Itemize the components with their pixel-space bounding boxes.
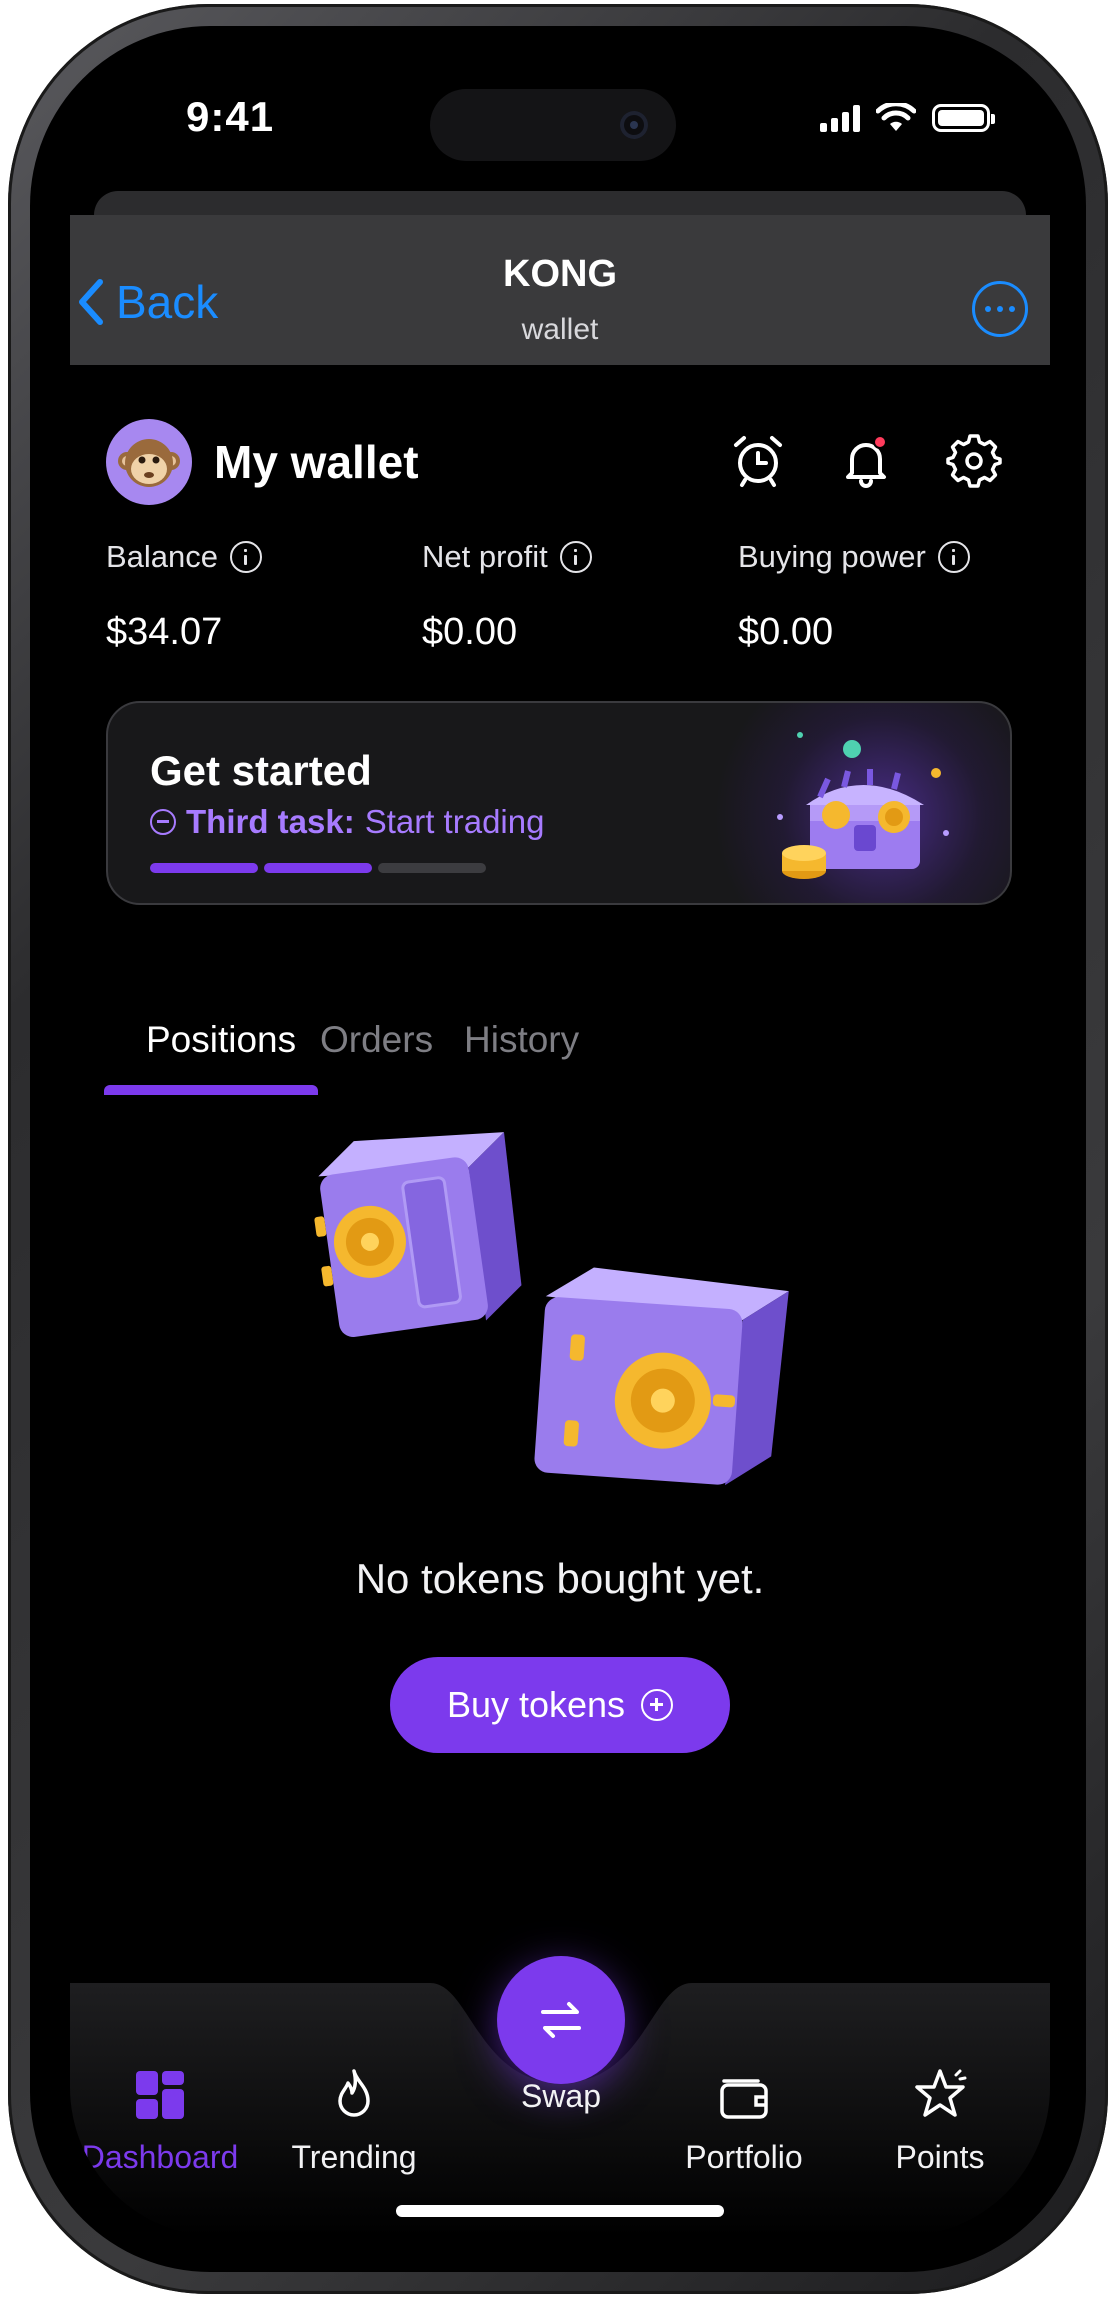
get-started-title: Get started bbox=[150, 747, 372, 794]
status-icons bbox=[820, 103, 995, 133]
wallet-title: My wallet bbox=[214, 436, 419, 488]
stat-value: $34.07 bbox=[106, 611, 223, 653]
tab-label: Portfolio bbox=[685, 2139, 803, 2175]
gear-icon bbox=[946, 434, 1002, 488]
wallet-header: My wallet bbox=[106, 419, 419, 505]
navigation-bar: Back KONG wallet bbox=[70, 215, 1050, 365]
task-text: Start trading bbox=[364, 803, 545, 840]
stat-value: $0.00 bbox=[422, 611, 518, 653]
tab-label: Dashboard bbox=[81, 2139, 239, 2175]
positions-tabs: Positions Orders History bbox=[104, 1003, 824, 1093]
dashboard-icon bbox=[130, 2065, 190, 2125]
header-actions bbox=[728, 431, 1004, 491]
info-icon[interactable] bbox=[230, 541, 263, 573]
tab-trending[interactable]: Trending bbox=[274, 2065, 434, 2176]
active-tab-indicator bbox=[104, 1085, 318, 1095]
plus-circle-icon bbox=[641, 1689, 674, 1721]
ellipsis-icon bbox=[985, 306, 991, 312]
nav-subtitle: wallet bbox=[521, 313, 599, 346]
tab-dashboard[interactable]: Dashboard bbox=[80, 2065, 240, 2176]
more-options-button[interactable] bbox=[972, 281, 1028, 337]
info-icon[interactable] bbox=[937, 541, 970, 573]
stat-label: Net profit bbox=[422, 539, 548, 574]
buy-tokens-label: Buy tokens bbox=[446, 1684, 626, 1725]
cellular-signal-icon bbox=[820, 104, 860, 132]
bottom-tab-bar: Dashboard Trending Swap Portfolio Points bbox=[70, 1956, 1050, 2237]
nav-title: KONG bbox=[503, 253, 617, 295]
bell-icon bbox=[846, 435, 887, 488]
alarm-clock-icon bbox=[734, 436, 782, 487]
task-prefix: Third task: bbox=[186, 803, 355, 840]
progress-segment bbox=[378, 863, 486, 873]
task-progress bbox=[150, 863, 486, 873]
wifi-icon bbox=[876, 103, 916, 131]
info-icon[interactable] bbox=[559, 541, 592, 573]
status-time: 9:41 bbox=[186, 93, 275, 140]
current-task: Third task: Start trading bbox=[150, 803, 544, 841]
progress-segment bbox=[264, 863, 372, 873]
settings-button[interactable] bbox=[944, 431, 1004, 491]
star-icon bbox=[910, 2065, 970, 2125]
tab-positions[interactable]: Positions bbox=[146, 1019, 296, 1061]
empty-state-message: No tokens bought yet. bbox=[355, 1555, 765, 1602]
tab-label: Trending bbox=[291, 2139, 417, 2175]
battery-icon bbox=[932, 104, 995, 132]
safes-illustration bbox=[314, 1132, 789, 1486]
stat-buying-power: Buying power $0.00 bbox=[738, 539, 970, 654]
treasure-chest-icon bbox=[777, 732, 949, 879]
monkey-avatar-icon bbox=[118, 439, 180, 487]
tab-orders[interactable]: Orders bbox=[320, 1019, 433, 1061]
wallet-icon bbox=[714, 2065, 774, 2125]
stat-value: $0.00 bbox=[738, 611, 834, 653]
tab-portfolio[interactable]: Portfolio bbox=[664, 2065, 824, 2176]
buy-tokens-button[interactable]: Buy tokens bbox=[390, 1657, 730, 1753]
stat-label: Balance bbox=[106, 539, 219, 574]
stat-net-profit: Net profit $0.00 bbox=[422, 539, 592, 654]
alarm-button[interactable] bbox=[728, 431, 788, 491]
get-started-card[interactable]: Get started Third task: Start trading bbox=[106, 701, 1012, 905]
stat-label: Buying power bbox=[738, 539, 926, 574]
notifications-button[interactable] bbox=[836, 431, 896, 491]
tab-label: Swap bbox=[520, 2078, 602, 2114]
progress-segment bbox=[150, 863, 258, 873]
tab-label: Points bbox=[895, 2139, 985, 2175]
home-indicator bbox=[396, 2205, 724, 2217]
tab-points[interactable]: Points bbox=[860, 2065, 1020, 2176]
tab-history[interactable]: History bbox=[464, 1019, 579, 1061]
camera-icon bbox=[620, 111, 648, 139]
screen: 9:41 Back KONG wallet My wallet Balance … bbox=[70, 43, 1050, 2237]
swap-button[interactable]: Swap bbox=[497, 1956, 625, 2114]
flame-icon bbox=[324, 2065, 384, 2125]
dynamic-island bbox=[430, 89, 676, 161]
avatar[interactable] bbox=[106, 419, 192, 505]
stat-balance: Balance $34.07 bbox=[106, 539, 263, 654]
swap-icon bbox=[541, 2002, 581, 2038]
arrow-circle-icon bbox=[150, 809, 176, 835]
